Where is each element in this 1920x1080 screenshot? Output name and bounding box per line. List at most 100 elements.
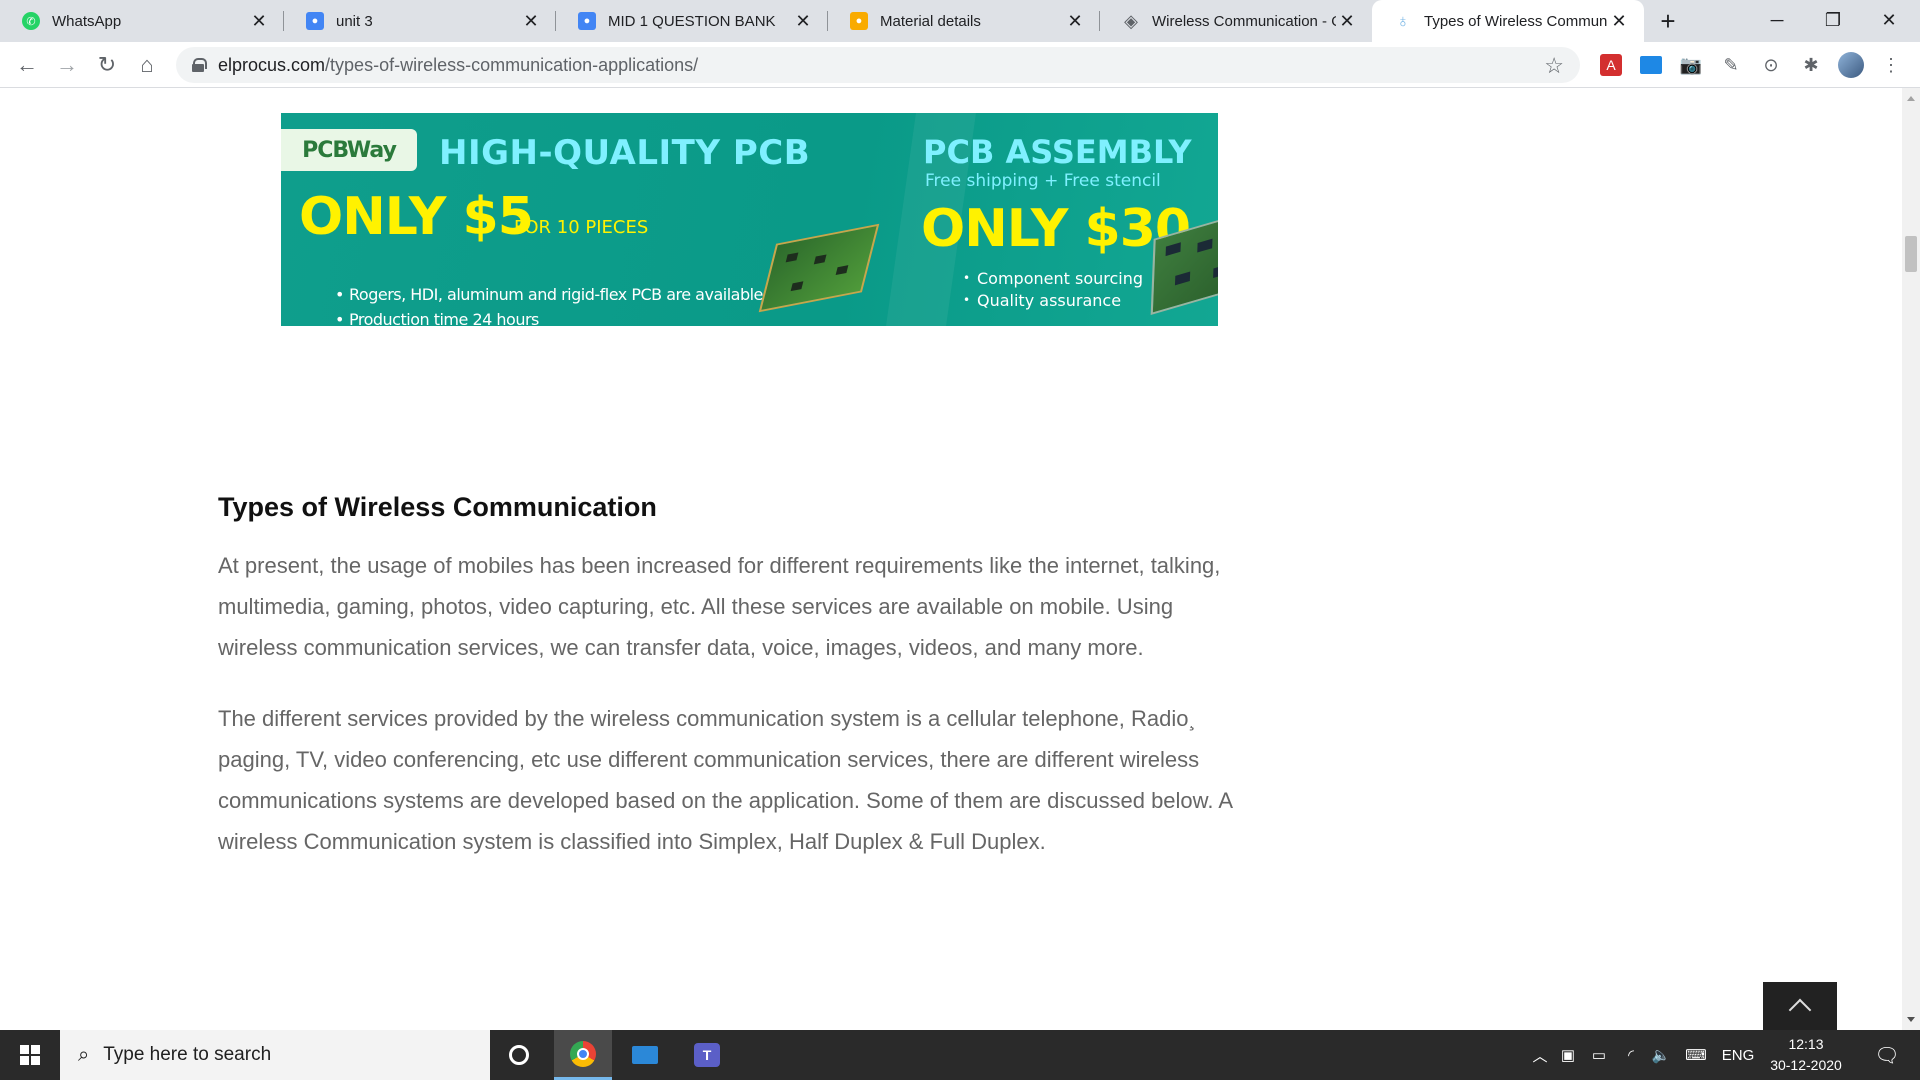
search-placeholder: Type here to search xyxy=(103,1044,272,1065)
banner-left-bullet: Rogers, HDI, aluminum and rigid-flex PCB… xyxy=(335,285,800,304)
camera-extension-icon[interactable]: 📷 xyxy=(1678,52,1704,78)
lock-icon[interactable] xyxy=(192,58,207,72)
tab-material-details[interactable]: ● Material details ✕ xyxy=(828,0,1100,42)
banner-right-subline: Free shipping + Free stencil xyxy=(925,171,1161,191)
banner-left-price-note: FOR 10 PIECES xyxy=(514,217,649,238)
cortana-button[interactable] xyxy=(490,1030,548,1080)
taskbar-clock[interactable]: 12:13 30-12-2020 xyxy=(1762,1034,1850,1076)
back-button[interactable]: ← xyxy=(10,48,44,82)
banner-right-bullet: Quality assurance xyxy=(963,291,1121,310)
clock-time: 12:13 xyxy=(1788,1036,1824,1052)
reload-button[interactable]: ↻ xyxy=(90,48,124,82)
tab-mid-1-question-bank[interactable]: ● MID 1 QUESTION BANK ✕ xyxy=(556,0,828,42)
close-tab-icon[interactable]: ✕ xyxy=(1608,10,1630,32)
banner-right-headline: PCB ASSEMBLY xyxy=(923,133,1192,171)
close-tab-icon[interactable]: ✕ xyxy=(792,10,814,32)
scroll-up-arrow-icon[interactable] xyxy=(1907,96,1915,101)
paragraph-line: wireless Communication system is classif… xyxy=(218,829,1046,854)
paragraph-line: communications systems are developed bas… xyxy=(218,788,1234,813)
meet-now-icon[interactable]: ▣ xyxy=(1556,1030,1580,1080)
pdf-extension-icon[interactable]: A xyxy=(1598,52,1624,78)
pcbway-logo: PCBWay xyxy=(281,129,417,171)
taskbar-teams[interactable]: T xyxy=(678,1030,736,1080)
close-tab-icon[interactable]: ✕ xyxy=(1336,10,1358,32)
address-bar[interactable]: elprocus.com/types-of-wireless-communica… xyxy=(176,47,1580,83)
taskbar-search-box[interactable]: ⌕ Type here to search xyxy=(60,1030,490,1080)
page-content: PCBWay HIGH-QUALITY PCB ONLY $5 FOR 10 P… xyxy=(0,88,1902,1030)
scroll-down-arrow-icon[interactable] xyxy=(1907,1017,1915,1022)
new-tab-button[interactable]: + xyxy=(1652,4,1684,38)
compass-icon: ◈ xyxy=(1124,10,1138,31)
scrollbar-thumb[interactable] xyxy=(1905,236,1917,272)
home-button[interactable]: ⌂ xyxy=(130,48,164,82)
forward-button[interactable]: → xyxy=(50,48,84,82)
action-center-icon[interactable]: 🗨 xyxy=(1862,1030,1912,1080)
windows-logo-icon xyxy=(20,1045,40,1065)
close-tab-icon[interactable]: ✕ xyxy=(520,10,542,32)
banner-right-price: ONLY $30 xyxy=(921,199,1191,259)
tab-title: MID 1 QUESTION BANK xyxy=(608,12,776,30)
tab-unit-3[interactable]: ● unit 3 ✕ xyxy=(284,0,556,42)
minimize-button[interactable]: ─ xyxy=(1750,0,1804,40)
restore-button[interactable]: ❐ xyxy=(1806,0,1860,40)
pcb-board-image xyxy=(758,223,880,313)
classroom-icon: ● xyxy=(306,12,324,30)
battery-icon[interactable]: ▭ xyxy=(1586,1030,1612,1080)
volume-icon[interactable]: 🔈 xyxy=(1648,1030,1674,1080)
paragraph-line: multimedia, gaming, photos, video captur… xyxy=(218,594,1174,619)
whatsapp-icon: ✆ xyxy=(22,12,40,30)
extensions-puzzle-icon[interactable]: ✱ xyxy=(1798,52,1824,78)
chrome-menu-icon[interactable]: ⋮ xyxy=(1878,52,1904,78)
url-path: /types-of-wireless-communication-applica… xyxy=(325,54,699,75)
show-hidden-icons-chevron-icon[interactable]: ︿ xyxy=(1528,1030,1552,1080)
tab-title: WhatsApp xyxy=(52,12,122,30)
paragraph-line: wireless communication services, we can … xyxy=(218,635,1144,660)
tab-title: Material details xyxy=(880,12,981,30)
chevron-up-icon xyxy=(1788,998,1812,1022)
banner-right-bullet: Component sourcing xyxy=(963,269,1143,288)
paragraph-line: The different services provided by the w… xyxy=(218,706,1196,731)
classroom-icon: ● xyxy=(578,12,596,30)
screen-cast-extension-icon[interactable] xyxy=(1638,52,1664,78)
close-tab-icon[interactable]: ✕ xyxy=(1064,10,1086,32)
page-scrollbar[interactable] xyxy=(1902,88,1920,1030)
close-window-button[interactable]: ✕ xyxy=(1862,0,1916,40)
banner-left-bullet: Production time 24 hours xyxy=(335,310,539,326)
tab-wireless-communication[interactable]: ◈ Wireless Communication - O ✕ xyxy=(1100,0,1372,42)
chrome-icon xyxy=(570,1040,596,1067)
classroom-icon: ● xyxy=(850,12,868,30)
code-extension-icon[interactable]: ⊙ xyxy=(1758,52,1784,78)
profile-avatar[interactable] xyxy=(1838,52,1864,78)
teams-icon: T xyxy=(694,1043,720,1067)
start-button[interactable] xyxy=(0,1030,60,1080)
tab-title: Types of Wireless Communic xyxy=(1424,12,1608,30)
color-picker-extension-icon[interactable]: ✎ xyxy=(1718,52,1744,78)
paragraph-line: paging, TV, video conferencing, etc use … xyxy=(218,747,1200,772)
paragraph-line: At present, the usage of mobiles has bee… xyxy=(218,553,1221,578)
paragraph-2: The different services provided by the w… xyxy=(218,698,1268,862)
browser-toolbar: ← → ↻ ⌂ elprocus.com/types-of-wireless-c… xyxy=(0,42,1920,88)
clock-date: 30-12-2020 xyxy=(1770,1057,1842,1073)
windows-taskbar: ⌕ Type here to search T ︿ ▣ ▭ ◜ 🔈 ⌨ ENG … xyxy=(0,1030,1920,1080)
search-icon: ⌕ xyxy=(78,1043,90,1066)
tab-strip: ✆ WhatsApp ✕ ● unit 3 ✕ ● MID 1 QUESTION… xyxy=(0,0,1920,42)
taskbar-remote-desktop[interactable] xyxy=(616,1030,674,1080)
url-domain: elprocus.com xyxy=(218,54,326,75)
scroll-to-top-button[interactable] xyxy=(1763,982,1837,1030)
close-tab-icon[interactable]: ✕ xyxy=(248,10,270,32)
bulb-icon: ♁ xyxy=(1396,10,1410,31)
taskbar-chrome[interactable] xyxy=(554,1030,612,1080)
tab-whatsapp[interactable]: ✆ WhatsApp ✕ xyxy=(0,0,284,42)
tab-types-of-wireless-communication[interactable]: ♁ Types of Wireless Communic ✕ xyxy=(1372,0,1644,42)
pcbway-ad-banner[interactable]: PCBWay HIGH-QUALITY PCB ONLY $5 FOR 10 P… xyxy=(281,113,1218,326)
remote-desktop-icon xyxy=(632,1046,658,1064)
keyboard-icon[interactable]: ⌨ xyxy=(1680,1030,1712,1080)
language-indicator[interactable]: ENG xyxy=(1718,1030,1758,1080)
paragraph-1: At present, the usage of mobiles has bee… xyxy=(218,545,1268,668)
section-heading: Types of Wireless Communication xyxy=(218,492,657,522)
banner-left-headline: HIGH-QUALITY PCB xyxy=(439,133,811,173)
bookmark-star-icon[interactable]: ☆ xyxy=(1544,53,1564,79)
banner-left-price: ONLY $5 xyxy=(299,187,534,247)
wifi-icon[interactable]: ◜ xyxy=(1618,1030,1644,1080)
tab-title: Wireless Communication - O xyxy=(1152,12,1336,30)
